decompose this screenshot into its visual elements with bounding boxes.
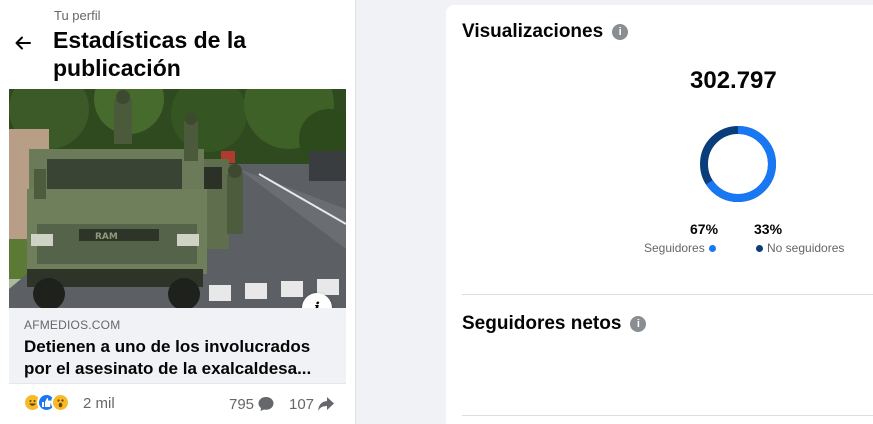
post-image[interactable]: RAM: [9, 89, 346, 308]
legend-followers: Seguidores: [644, 241, 716, 255]
page-title: Estadísticas de la publicación: [53, 27, 247, 81]
comments-count-value: 795: [229, 395, 255, 413]
section-divider: [462, 294, 873, 295]
speech-bubble-icon: [258, 397, 274, 411]
section-divider: [462, 415, 873, 416]
legend-non-followers-dot: [756, 244, 763, 252]
views-section-header: Visualizaciones i: [462, 21, 629, 43]
views-donut-chart: [700, 126, 776, 202]
followers-percent: 67%: [690, 221, 719, 237]
reactions-count[interactable]: 2 mil: [83, 395, 115, 412]
legend-followers-label: Seguidores: [644, 241, 705, 255]
arrow-left-icon: [15, 36, 31, 50]
net-followers-section-header: Seguidores netos i: [462, 313, 647, 335]
views-total: 302.797: [690, 67, 777, 94]
engagement-bar: 2 mil 795 107: [9, 383, 346, 424]
link-title: Detienen a uno de los involucrados por e…: [24, 337, 312, 378]
svg-text:RAM: RAM: [95, 232, 118, 242]
info-circle-icon[interactable]: i: [612, 24, 629, 40]
back-button[interactable]: [10, 30, 36, 56]
post-preview-card[interactable]: RAM i AFMEDIOS.COM Detienen a uno de los…: [9, 89, 346, 424]
breadcrumb[interactable]: Tu perfil: [54, 8, 100, 23]
insights-card: Visualizaciones i 302.797 67% 33% Seguid…: [446, 5, 873, 424]
legend-non-followers: No seguidores: [756, 241, 844, 255]
wow-icon: [51, 393, 70, 412]
info-circle-icon[interactable]: i: [630, 316, 647, 332]
shares-count[interactable]: 107: [289, 395, 335, 413]
reaction-icons[interactable]: [23, 393, 70, 413]
post-stats-panel: Tu perfil Estadísticas de la publicación: [0, 0, 356, 424]
legend-followers-dot: [708, 244, 716, 252]
shares-count-value: 107: [289, 395, 315, 413]
non-followers-percent: 33%: [754, 221, 783, 237]
net-followers-title: Seguidores netos: [462, 313, 622, 334]
comments-count[interactable]: 795: [229, 395, 275, 413]
link-domain: AFMEDIOS.COM: [24, 318, 121, 332]
link-preview[interactable]: AFMEDIOS.COM Detienen a uno de los invol…: [9, 308, 346, 383]
views-title: Visualizaciones: [462, 21, 604, 42]
legend-non-followers-label: No seguidores: [767, 241, 845, 255]
share-arrow-icon: [318, 397, 335, 411]
